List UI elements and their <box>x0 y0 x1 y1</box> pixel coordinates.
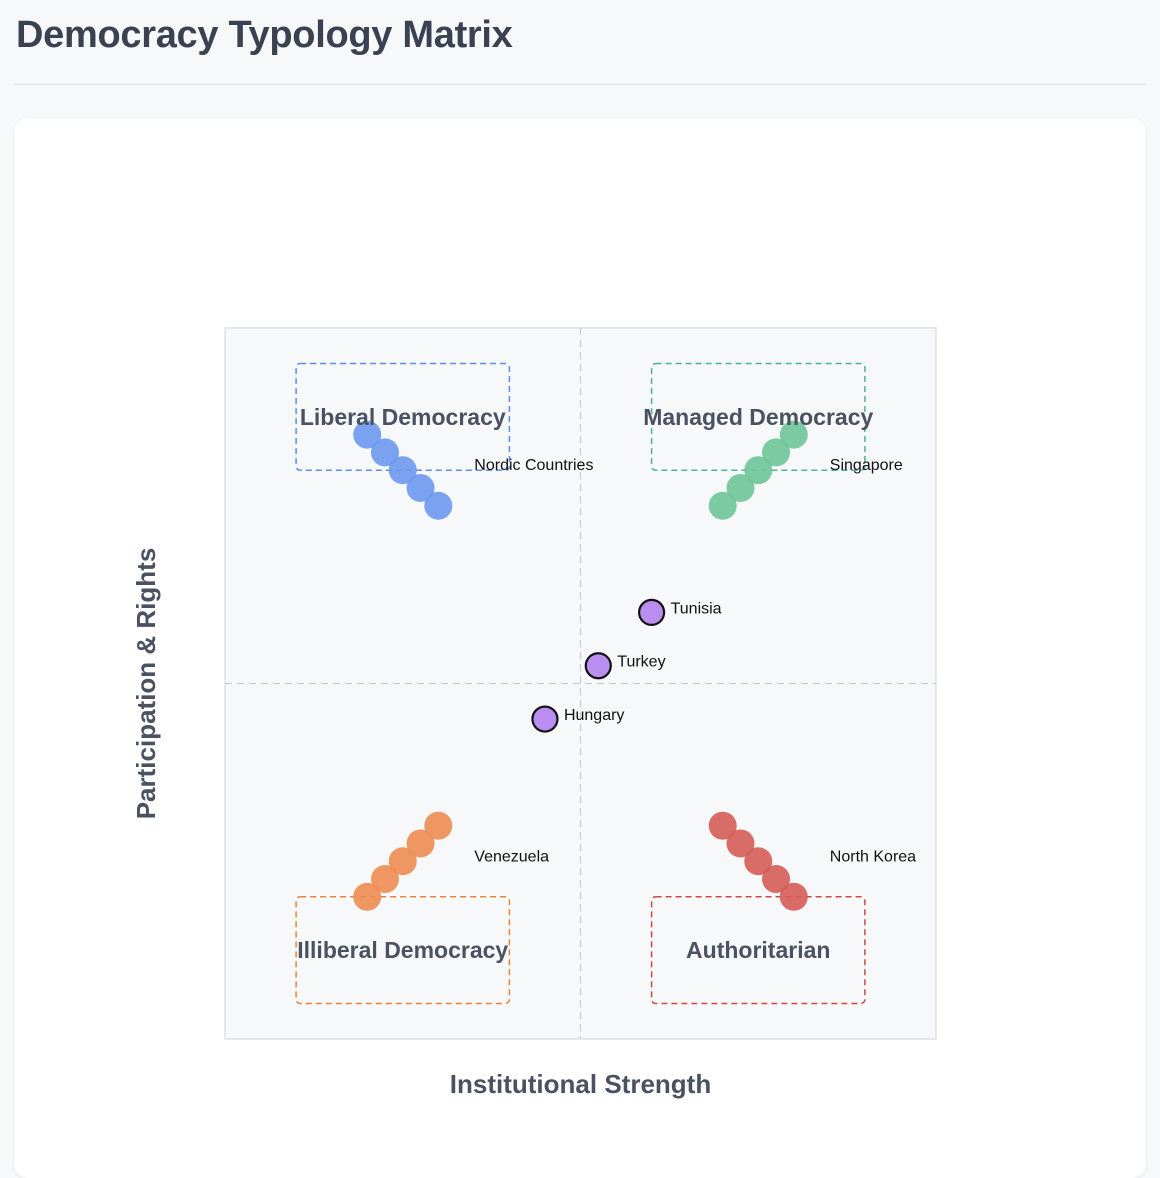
transitional-point-label: Tunisia <box>671 600 722 617</box>
quadrant-label-illiberal-democracy: Illiberal Democracy <box>297 937 508 963</box>
transitional-point[interactable] <box>637 598 666 626</box>
x-axis-label: Institutional Strength <box>450 1069 711 1099</box>
data-point[interactable] <box>424 491 453 520</box>
y-axis-label: Participation & Rights <box>131 548 161 820</box>
title-divider <box>14 84 1146 85</box>
series-label: Singapore <box>830 457 903 474</box>
series-label: Venezuela <box>474 848 549 865</box>
quadrant-label-managed-democracy: Managed Democracy <box>643 404 873 430</box>
chart-card: Nordic Countries Singapore Venezuela North … <box>14 118 1146 1178</box>
typology-scatter-chart: Nordic Countries Singapore Venezuela North … <box>131 327 937 1099</box>
quadrant-label-authoritarian: Authoritarian <box>686 937 830 963</box>
series-label: Nordic Countries <box>474 457 593 474</box>
quadrant-label-liberal-democracy: Liberal Democracy <box>300 404 506 430</box>
transitional-point-label: Hungary <box>564 707 624 724</box>
data-point[interactable] <box>424 811 453 840</box>
page-title: Democracy Typology Matrix <box>16 14 513 56</box>
data-point[interactable] <box>779 882 808 911</box>
series-label: North Korea <box>830 848 916 865</box>
transitional-point-label: Turkey <box>617 654 665 671</box>
transitional-point[interactable] <box>584 652 612 680</box>
transitional-point[interactable] <box>531 705 559 733</box>
